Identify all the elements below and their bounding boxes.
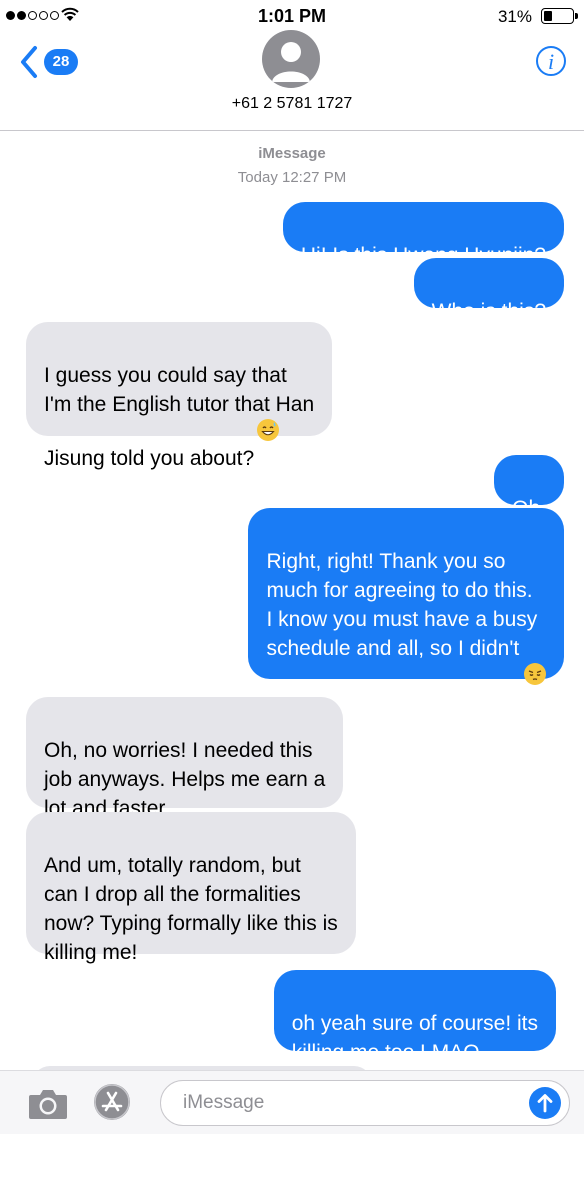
battery-percent: 31% [497, 7, 532, 26]
camera-icon[interactable] [28, 1085, 68, 1121]
message-text: Who is this? [431, 300, 546, 323]
app-store-icon[interactable] [94, 1084, 130, 1120]
message-bubble-received[interactable]: I guess you could say that I'm the Engli… [26, 322, 333, 470]
message-bubble-sent[interactable]: Who is this? [413, 258, 564, 323]
message-input-bar: iMessage [0, 1070, 584, 1135]
status-time: 1:01 PM [257, 6, 327, 26]
message-text: Right, right! Thank you so much for agre… [266, 550, 538, 714]
chevron-left-icon [21, 46, 37, 78]
grinning-sweat-face-icon [257, 419, 280, 441]
message-text: Oh, no worries! I needed this job anyway… [44, 739, 326, 820]
send-arrow-icon [537, 1094, 553, 1113]
message-input-placeholder: iMessage [183, 1092, 265, 1113]
info-button[interactable]: i [536, 46, 566, 76]
message-text: oh yeah sure of course! its killing me t… [291, 1012, 538, 1064]
person-placeholder-icon [272, 42, 310, 82]
message-input[interactable]: iMessage [160, 1080, 570, 1126]
back-button[interactable]: 28 [18, 44, 78, 80]
message-text: And um, totally random, but can I drop a… [44, 854, 338, 964]
message-bubble-received[interactable]: And um, totally random, but can I drop a… [26, 812, 356, 964]
bottom-area [0, 1134, 584, 1200]
message-bubble-sent[interactable]: Hi! Is this Hwang Hyunjin? [282, 202, 564, 267]
battery-icon [541, 8, 578, 24]
message-bubble-sent[interactable]: oh yeah sure of course! its killing me t… [273, 970, 556, 1064]
contact-name[interactable]: +61 2 5781 1727 [0, 95, 584, 113]
status-bar: 1:01 PM 31% [0, 0, 584, 34]
conversation-timestamp: Today 12:27 PM [237, 169, 347, 186]
battery-level [544, 11, 552, 21]
avatar[interactable] [262, 30, 320, 88]
message-bubble-received[interactable]: Oh, no worries! I needed this job anyway… [26, 697, 344, 820]
conversation-header: 1:01 PM 31% 28 +61 2 5781 1727 i [0, 0, 584, 131]
send-button[interactable] [529, 1087, 561, 1119]
pensive-face-icon [524, 663, 546, 685]
message-bubble-sent[interactable]: Oh. [494, 455, 564, 520]
service-label: iMessage [258, 145, 326, 162]
unread-badge: 28 [44, 49, 78, 75]
message-bubble-sent[interactable]: Right, right! Thank you so much for agre… [248, 508, 564, 714]
message-text: I guess you could say that I'm the Engli… [44, 364, 315, 470]
